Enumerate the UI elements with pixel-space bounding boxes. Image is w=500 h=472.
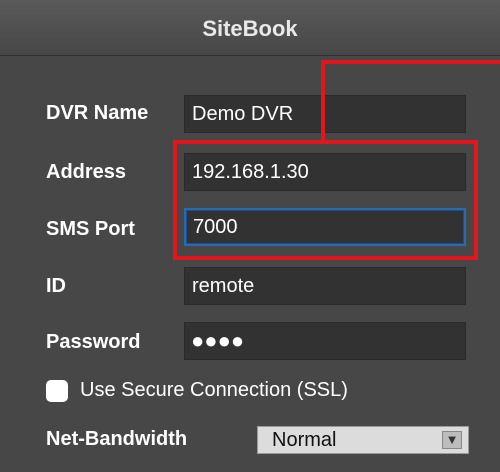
ssl-checkbox[interactable] xyxy=(46,380,68,402)
net-bandwidth-value: Normal xyxy=(272,429,337,451)
password-label: Password xyxy=(46,331,141,353)
ssl-checkbox-label: Use Secure Connection (SSL) xyxy=(80,379,348,401)
sms-port-input[interactable] xyxy=(184,208,466,246)
id-label: ID xyxy=(46,275,66,297)
chevron-down-icon[interactable]: ▼ xyxy=(442,431,462,449)
dvr-name-input[interactable] xyxy=(184,95,466,133)
title-bar: SiteBook xyxy=(0,0,500,56)
sms-port-label: SMS Port xyxy=(46,218,135,240)
address-input[interactable] xyxy=(184,153,466,191)
net-bandwidth-label: Net-Bandwidth xyxy=(46,428,188,450)
id-input[interactable] xyxy=(184,267,466,305)
net-bandwidth-select[interactable]: Normal ▼ xyxy=(257,426,469,454)
address-label: Address xyxy=(46,161,127,183)
password-input[interactable]: ●●●● xyxy=(184,322,466,360)
window-title: SiteBook xyxy=(202,16,298,41)
dvr-name-label: DVR Name xyxy=(46,102,149,124)
